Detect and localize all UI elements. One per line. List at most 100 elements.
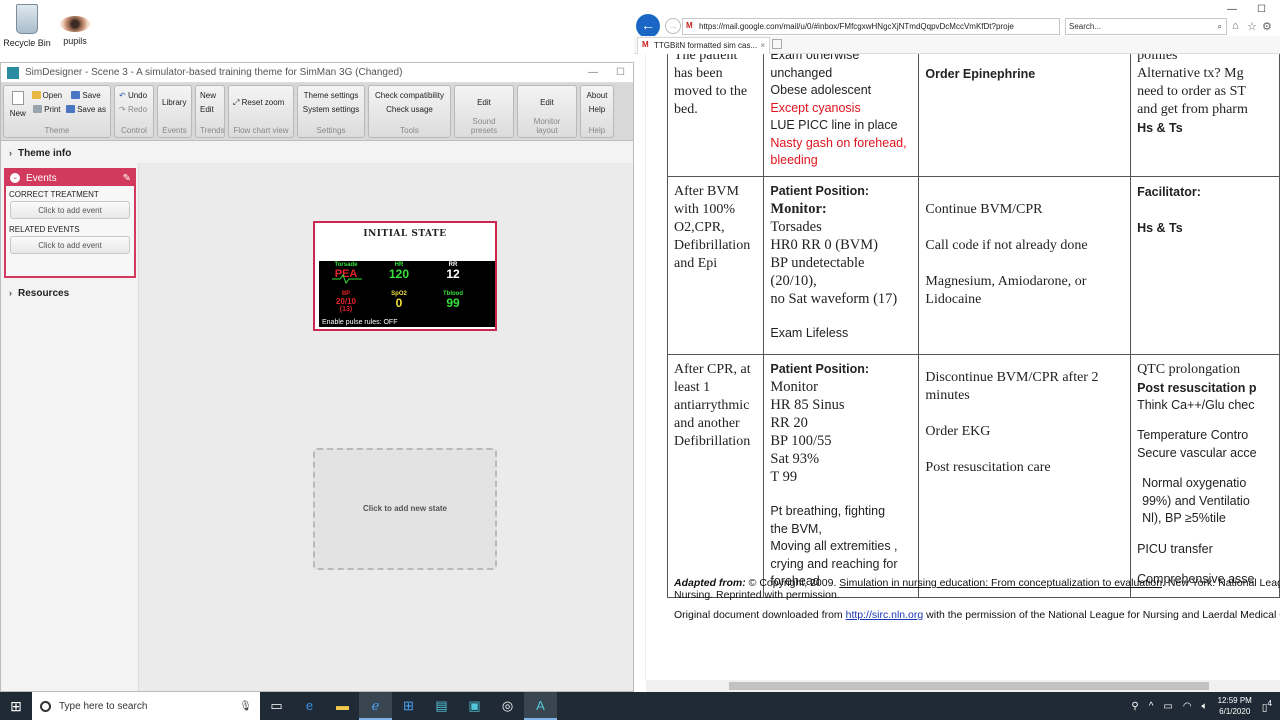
table-cell: Patient Position: Monitor HR 85 Sinus RR… — [763, 353, 920, 598]
tblood-value: 99 — [446, 296, 460, 310]
check-compatibility-button[interactable]: Check compatibility — [375, 89, 444, 103]
people-icon[interactable]: ⚲ — [1131, 701, 1138, 712]
save-as-button[interactable]: Save as — [66, 103, 106, 117]
document-viewer[interactable]: The patient has been moved to the bed. Exam… — [646, 54, 1280, 680]
about-button[interactable]: About — [587, 89, 608, 103]
undo-button[interactable]: ↶ Undo — [119, 89, 147, 103]
internet-explorer-icon[interactable]: ℯ — [359, 692, 392, 720]
back-button[interactable]: ← — [636, 14, 660, 38]
wifi-icon[interactable]: ◠ — [1183, 701, 1192, 712]
resources-header[interactable]: › Resources — [1, 283, 69, 303]
help-button[interactable]: Help — [589, 103, 605, 117]
rhythm-vital: Torsade PEA — [321, 262, 371, 284]
chrome-icon[interactable]: ◎ — [491, 692, 524, 720]
simdesigner-titlebar: SimDesigner - Scene 3 - A simulator-base… — [1, 63, 633, 83]
source-title-link[interactable]: Simulation in nursing education: From co… — [839, 577, 1162, 589]
system-settings-button[interactable]: System settings — [303, 103, 359, 117]
initial-state-card[interactable]: INITIAL STATE Torsade PEA HR 120 RR 12 B… — [313, 221, 497, 331]
horizontal-scrollbar[interactable] — [646, 680, 1280, 692]
window-title: SimDesigner - Scene 3 - A simulator-base… — [25, 67, 403, 78]
table-row: The patient has been moved to the bed. Exam… — [666, 54, 1280, 177]
store-icon[interactable]: ⊞ — [392, 692, 425, 720]
theme-settings-button[interactable]: Theme settings — [304, 89, 359, 103]
edit-trend-button[interactable]: Edit — [200, 103, 214, 117]
taskbar: ⊞ Type here to search 🎙︎ ▭ e ▬ ℯ ⊞ ▤ ▣ ◎… — [0, 692, 1280, 720]
ribbon-label-events: Events — [162, 126, 187, 135]
favorites-star-icon[interactable]: ☆ — [1247, 20, 1257, 33]
ribbon-label-theme: Theme — [44, 126, 70, 135]
taskbar-search-input[interactable]: Type here to search 🎙︎ — [32, 692, 260, 720]
notification-icon[interactable]: ▯4 — [1262, 698, 1272, 713]
ribbon-group-sound: Edit Sound presets — [454, 85, 514, 138]
edit-pencil-icon[interactable]: ✎ — [123, 173, 131, 184]
open-button[interactable]: Open — [31, 89, 62, 103]
table-cell: Order Epinephrine — [918, 54, 1132, 177]
new-theme-button[interactable]: New — [8, 89, 28, 121]
microphone-icon[interactable]: 🎙︎ — [239, 701, 252, 712]
sim-app-taskbar-icon[interactable]: ▣ — [458, 692, 491, 720]
eye-image-icon — [60, 16, 90, 32]
adapted-from-note: Adapted from: © Copyright, 2009. Simulat… — [674, 577, 1280, 589]
clock[interactable]: 12:59 PM 6/1/2020 — [1218, 695, 1252, 717]
ribbon-group-tools: Check compatibility Check usage Tools — [368, 85, 451, 138]
close-icon[interactable]: × — [760, 38, 765, 53]
address-bar[interactable]: M https://mail.google.com/mail/u/0/#inbo… — [682, 18, 1060, 35]
pulse-rules-status: Enable pulse rules: OFF — [322, 319, 398, 326]
save-button[interactable]: Save — [66, 89, 106, 103]
gear-icon[interactable]: ⚙ — [1262, 20, 1272, 33]
library-button[interactable]: Library — [162, 96, 186, 110]
pupils-shortcut[interactable]: pupils — [48, 4, 102, 46]
add-correct-event-button[interactable]: Click to add event — [10, 201, 130, 219]
hr-vital: HR 120 — [379, 262, 419, 281]
theme-info-header[interactable]: › Theme info — [1, 143, 635, 163]
flowchart-canvas[interactable]: INITIAL STATE Torsade PEA HR 120 RR 12 B… — [139, 163, 633, 691]
tab-strip: M TTGBitN formatted sim cas... × — [634, 36, 1280, 54]
simdesigner-taskbar-icon[interactable]: ▤ — [425, 692, 458, 720]
maximize-button[interactable]: ☐ — [616, 67, 625, 78]
print-button[interactable]: Print — [32, 103, 63, 117]
events-header[interactable]: ⌄ Events ✎ — [6, 170, 134, 186]
redo-button[interactable]: ↷ Redo — [119, 103, 147, 117]
search-placeholder: Search... — [1069, 22, 1102, 31]
chevron-right-icon: › — [9, 288, 12, 298]
start-button[interactable]: ⊞ — [0, 698, 32, 715]
minimize-button[interactable]: — — [1227, 4, 1237, 15]
table-cell: After BVM with 100% O2,CPR, Defibrillation a… — [666, 175, 765, 355]
file-explorer-icon[interactable]: ▬ — [326, 692, 359, 720]
simdesigner-app-icon — [7, 66, 19, 79]
ribbon-group-theme: New Open Print Save Save as Theme — [3, 85, 111, 138]
check-usage-button[interactable]: Check usage — [386, 103, 433, 117]
adapted-label: Adapted from: — [674, 577, 746, 589]
reset-zoom-button[interactable]: ⤢ Reset zoom — [233, 96, 284, 110]
network-icon[interactable]: ▭ — [1163, 701, 1172, 712]
add-related-event-button[interactable]: Click to add event — [10, 236, 130, 254]
scrollbar-thumb[interactable] — [729, 682, 1209, 690]
new-tab-button[interactable] — [772, 39, 782, 49]
maximize-button[interactable]: ☐ — [1257, 4, 1266, 15]
tab-active[interactable]: M TTGBitN formatted sim cas... × — [637, 37, 770, 54]
browser-search-input[interactable]: Search... ⌕ — [1065, 18, 1227, 35]
edit-monitor-layout-button[interactable]: Edit — [540, 96, 554, 110]
chevron-down-icon: ⌄ — [10, 173, 20, 183]
spo2-value: 0 — [395, 296, 403, 310]
home-icon[interactable]: ⌂ — [1232, 20, 1239, 32]
address-text: https://mail.google.com/mail/u/0/#inbox/… — [699, 22, 1014, 31]
arrow-right-icon: → — [668, 21, 678, 31]
table-cell: The patient has been moved to the bed. — [666, 54, 765, 177]
volume-icon[interactable]: 🔈︎ — [1202, 701, 1208, 712]
edit-sound-presets-button[interactable]: Edit — [477, 96, 491, 110]
task-view-icon[interactable]: ▭ — [260, 692, 293, 720]
sirc-link[interactable]: http://sirc.nln.org — [846, 609, 924, 621]
search-icon: ⌕ — [1217, 22, 1222, 31]
add-new-state-button[interactable]: Click to add new state — [313, 448, 497, 570]
new-trend-button[interactable]: New — [200, 89, 216, 103]
chevron-up-icon[interactable]: ^ — [1149, 701, 1154, 712]
edge-icon[interactable]: e — [293, 692, 326, 720]
simdesigner-active-icon[interactable]: A — [524, 692, 557, 720]
redo-icon: ↷ — [119, 105, 126, 114]
recycle-bin-shortcut[interactable]: Recycle Bin — [0, 4, 54, 48]
ribbon-label-settings: Settings — [316, 126, 346, 135]
minimize-button[interactable]: — — [588, 67, 598, 78]
bp-value: 20/10 — [335, 297, 357, 306]
forward-button[interactable]: → — [665, 18, 681, 34]
